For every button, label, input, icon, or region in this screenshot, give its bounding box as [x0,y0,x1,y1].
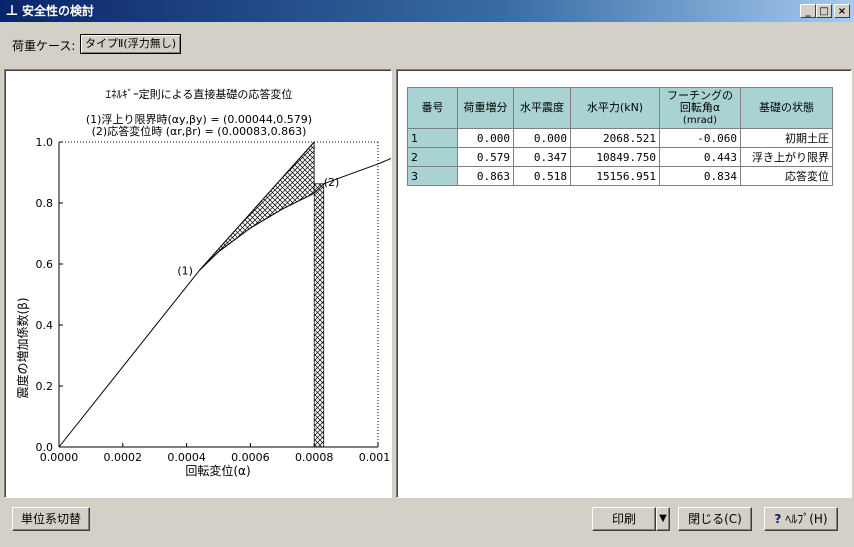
col-header-rotation: フーチングの回転角α (mrad) [659,87,741,129]
hatched-area-band [313,183,325,448]
response-chart: ｴﾈﾙｷﾞｰ定則による直接基礎の応答変位 (1)浮上り限界時(αy,βy) = … [15,87,391,478]
x-tick-label: 0.0008 [295,451,334,464]
cell-horizontal-force: 10849.750 [570,147,660,167]
chart-panel: ｴﾈﾙｷﾞｰ定則による直接基礎の応答変位 (1)浮上り限界時(αy,βy) = … [4,69,392,498]
chart-title: ｴﾈﾙｷﾞｰ定則による直接基礎の応答変位 [106,87,293,101]
cell-horizontal-seismic: 0.347 [513,147,571,167]
cell-no: 3 [407,166,458,186]
cell-rotation: 0.443 [659,147,741,167]
y-axis-label: 震度の増加係数(β) [15,297,30,398]
col-header-rotation-label: フーチングの回転角α [667,88,733,114]
cell-horizontal-force: 15156.951 [570,166,660,186]
cell-state: 浮き上がり限界 [740,147,833,167]
cell-no: 1 [407,128,458,148]
cell-rotation: 0.834 [659,166,741,186]
maximize-button[interactable]: □ [816,4,832,18]
table-header-row: 番号 荷重増分 水平震度 水平力(kN) フーチングの回転角α (mrad) 基… [407,87,833,129]
col-header-state: 基礎の状態 [740,87,833,129]
x-axis-label: 回転変位(α) [185,463,250,478]
print-dropdown-arrow[interactable]: ▼ [656,507,670,531]
results-table: 番号 荷重増分 水平震度 水平力(kN) フーチングの回転角α (mrad) 基… [407,87,833,186]
load-case-label: 荷重ケース: [12,39,76,53]
point-label-1: (1) [177,264,193,277]
help-button[interactable]: ? ﾍﾙﾌﾟ(H) [764,507,838,531]
x-tick-label: 0.0006 [231,451,270,464]
table-row[interactable]: 2 0.579 0.347 10849.750 0.443 浮き上がり限界 [407,147,833,167]
y-tick-label: 0.8 [36,197,54,210]
title-bar: ⊥ 安全性の検討 _ □ × [0,0,854,22]
col-header-no: 番号 [407,87,458,129]
cell-load-increment: 0.579 [457,147,514,167]
x-tick-label: 0.0002 [104,451,143,464]
print-button[interactable]: 印刷 [592,507,656,531]
y-tick-label: 0.2 [36,380,54,393]
help-button-label: ﾍﾙﾌﾟ(H) [785,512,828,526]
cell-horizontal-seismic: 0.518 [513,166,571,186]
y-tick-label: 0.6 [36,258,54,271]
y-tick-label: 0.0 [36,441,54,454]
cell-load-increment: 0.863 [457,166,514,186]
response-curve [58,157,391,448]
close-window-button[interactable]: × [834,4,850,18]
point-label-2: (2) [324,176,340,189]
window-title: 安全性の検討 [22,4,95,18]
table-row[interactable]: 1 0.000 0.000 2068.521 -0.060 初期土圧 [407,128,833,148]
col-header-load-increment: 荷重増分 [457,87,514,129]
cell-state: 初期土圧 [740,128,833,148]
col-header-horizontal-force: 水平力(kN) [570,87,660,129]
y-tick-label: 1.0 [36,136,54,149]
unit-switch-button[interactable]: 単位系切替 [12,507,90,531]
cell-horizontal-force: 2068.521 [570,128,660,148]
plot-area: 0.00000.00020.00040.00060.00080.00100.00… [36,136,391,464]
reference-line [198,141,315,271]
minimize-button[interactable]: _ [800,4,816,18]
col-header-horizontal-seismic: 水平震度 [513,87,571,129]
help-icon: ? [774,512,782,526]
y-tick-label: 0.4 [36,319,54,332]
app-icon: ⊥ [5,3,19,19]
results-panel: 番号 荷重増分 水平震度 水平力(kN) フーチングの回転角α (mrad) 基… [396,69,852,498]
close-button[interactable]: 閉じる(C) [678,507,752,531]
cell-rotation: -0.060 [659,128,741,148]
chart-annotation-2: (2)応答変位時 (αr,βr) = (0.00083,0.863) [92,124,307,138]
load-case-button[interactable]: タイプⅡ(浮力無し) [80,34,181,54]
cell-load-increment: 0.000 [457,128,514,148]
x-tick-label: 0.0010 [359,451,391,464]
x-tick-label: 0.0004 [167,451,206,464]
cell-no: 2 [407,147,458,167]
table-row[interactable]: 3 0.863 0.518 15156.951 0.834 応答変位 [407,166,833,186]
cell-horizontal-seismic: 0.000 [513,128,571,148]
cell-state: 応答変位 [740,166,833,186]
col-header-rotation-unit: (mrad) [682,114,718,126]
